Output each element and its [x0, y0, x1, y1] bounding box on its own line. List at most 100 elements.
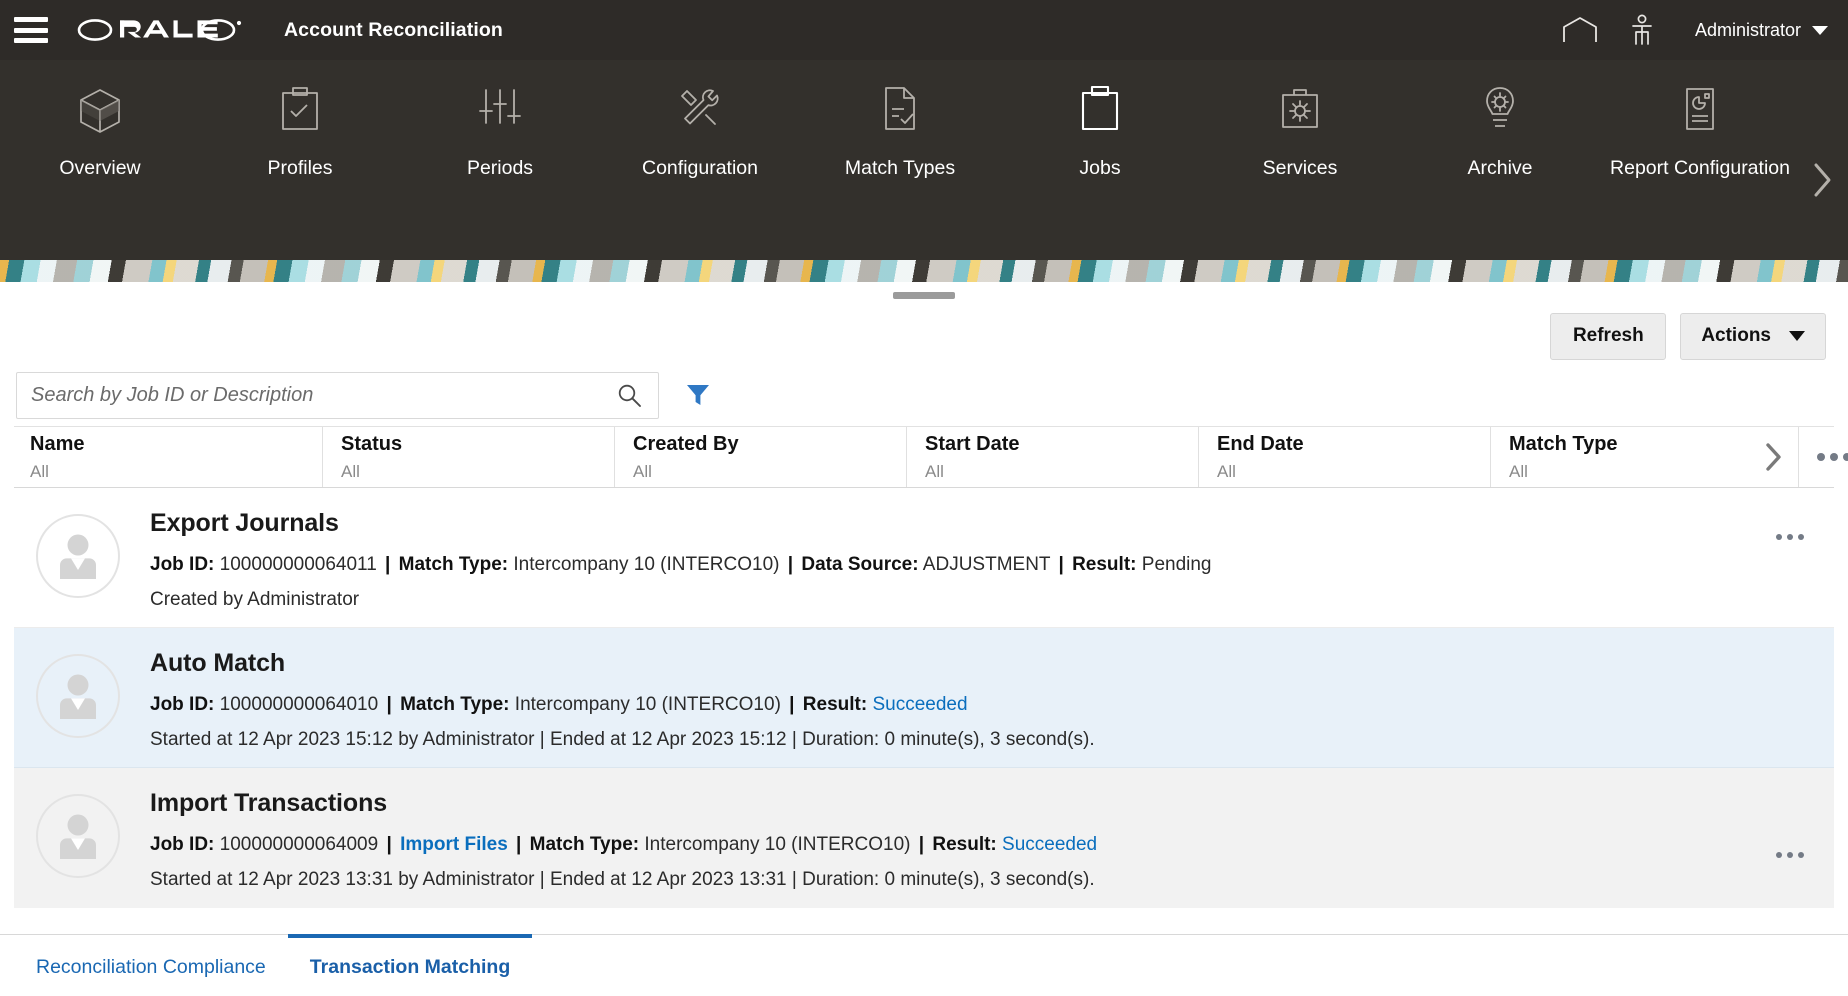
nav-item-overview[interactable]: Overview: [0, 72, 200, 182]
job-id-value: 100000000064011: [219, 553, 377, 575]
column-header-created-by[interactable]: Created By All: [614, 427, 906, 487]
nav-item-configuration[interactable]: Configuration: [600, 72, 800, 182]
result-link[interactable]: Succeeded: [1002, 834, 1097, 855]
import-files-link[interactable]: Import Files: [400, 834, 508, 855]
job-row[interactable]: Import Transactions Job ID: 100000000064…: [14, 768, 1834, 908]
job-id-label: Job ID:: [150, 553, 215, 575]
row-actions-ellipsis-icon[interactable]: [1768, 662, 1812, 692]
nav-item-match-types[interactable]: Match Types: [800, 72, 1000, 182]
nav-label: Services: [1262, 157, 1338, 179]
job-id-label: Job ID:: [150, 833, 215, 855]
job-row[interactable]: Auto Match Job ID: 100000000064010 | Mat…: [14, 628, 1834, 768]
bottom-tab-bar: Reconciliation Compliance Transaction Ma…: [0, 934, 1848, 996]
row-actions-ellipsis-icon[interactable]: [1768, 840, 1812, 870]
column-filter-value[interactable]: All: [1217, 463, 1490, 480]
job-id-value: 100000000064009: [219, 833, 379, 855]
table-options-ellipsis-icon[interactable]: [1798, 427, 1848, 487]
columns-expand-chevron-right-icon[interactable]: [1730, 427, 1798, 487]
user-avatar-icon: [36, 794, 120, 878]
tools-icon: [675, 80, 725, 142]
column-header-name[interactable]: Name All: [14, 427, 322, 487]
refresh-button[interactable]: Refresh: [1550, 312, 1667, 360]
row-actions-ellipsis-icon[interactable]: [1768, 522, 1812, 552]
oracle-logo[interactable]: [76, 19, 242, 41]
nav-label: Profiles: [267, 157, 333, 179]
document-check-icon: [877, 80, 923, 142]
column-title: Created By: [633, 433, 739, 455]
meta-separator: |: [386, 833, 392, 855]
home-icon[interactable]: [1549, 0, 1611, 60]
column-filter-value[interactable]: All: [30, 463, 322, 480]
column-filter-value[interactable]: All: [341, 463, 614, 480]
nav-item-archive[interactable]: Archive: [1400, 72, 1600, 182]
toolbox-gear-icon: [1277, 80, 1323, 142]
header-actions: Administrator: [1549, 0, 1848, 60]
result-label: Result:: [932, 833, 997, 855]
panel-drag-handle[interactable]: [893, 291, 955, 299]
column-title: Match Type: [1509, 433, 1618, 455]
data-source-value: ADJUSTMENT: [922, 553, 1051, 575]
clipboard-check-icon: [277, 80, 323, 142]
user-menu-label: Administrator: [1694, 19, 1801, 40]
result-link[interactable]: Succeeded: [872, 694, 967, 715]
user-avatar-icon: [36, 654, 120, 738]
column-filter-value[interactable]: All: [633, 463, 906, 480]
column-title: End Date: [1217, 433, 1304, 455]
result-label: Result:: [1072, 553, 1137, 575]
accessibility-person-icon[interactable]: [1611, 0, 1673, 60]
column-title: Name: [30, 433, 85, 455]
meta-separator: |: [918, 833, 925, 855]
nav-label: Periods: [466, 157, 534, 179]
column-filter-value[interactable]: All: [925, 463, 1198, 480]
nav-item-profiles[interactable]: Profiles: [200, 72, 400, 182]
meta-separator: |: [789, 693, 795, 715]
column-header-status[interactable]: Status All: [322, 427, 614, 487]
match-type-label: Match Type:: [398, 553, 509, 575]
actions-button[interactable]: Actions: [1680, 312, 1826, 360]
column-header-start-date[interactable]: Start Date All: [906, 427, 1198, 487]
tab-transaction-matching[interactable]: Transaction Matching: [287, 934, 533, 996]
column-header-end-date[interactable]: End Date All: [1198, 427, 1490, 487]
nav-item-services[interactable]: Services: [1200, 72, 1400, 182]
app-title: Account Reconciliation: [284, 18, 503, 41]
job-title: Export Journals: [150, 509, 339, 537]
nav-next-chevron-right-icon[interactable]: [1802, 156, 1842, 204]
search-row: [0, 364, 1848, 426]
job-details: Import Transactions Job ID: 100000000064…: [150, 784, 1834, 894]
job-row[interactable]: Export Journals Job ID: 100000000064011 …: [14, 488, 1834, 628]
jobs-list: Export Journals Job ID: 100000000064011 …: [14, 488, 1834, 934]
nav-item-periods[interactable]: Periods: [400, 72, 600, 182]
nav-item-jobs[interactable]: Jobs: [1000, 72, 1200, 182]
cube-icon: [74, 80, 126, 142]
result-value: Pending: [1141, 553, 1212, 575]
job-subtext: Created by Administrator: [150, 589, 360, 611]
user-menu[interactable]: Administrator: [1695, 20, 1828, 41]
hamburger-menu-icon[interactable]: [14, 17, 48, 43]
nav-label: Overview: [59, 157, 141, 179]
meta-separator: |: [385, 553, 391, 575]
ellipsis-icon: [1776, 534, 1804, 540]
decorative-stripes: [0, 260, 1848, 282]
meta-separator: |: [386, 693, 392, 715]
column-filter-value[interactable]: All: [1509, 463, 1730, 480]
match-type-value: Intercompany 10 (INTERCO10): [514, 693, 781, 715]
tab-reconciliation-compliance[interactable]: Reconciliation Compliance: [14, 934, 288, 996]
search-box[interactable]: [16, 371, 659, 419]
nav-label: Jobs: [1079, 157, 1121, 179]
nav-item-report-configuration[interactable]: Report Configuration: [1600, 72, 1800, 182]
funnel-filter-icon[interactable]: [681, 378, 715, 412]
job-meta: Job ID: 100000000064009 | Import Files |…: [150, 831, 1834, 859]
actions-button-label: Actions: [1701, 325, 1771, 346]
column-header-match-type[interactable]: Match Type All: [1490, 427, 1730, 487]
ellipsis-icon: [1776, 852, 1804, 858]
magnifier-icon[interactable]: [612, 382, 646, 408]
job-title: Auto Match: [150, 649, 286, 677]
job-subtext: Started at 12 Apr 2023 13:31 by Administ…: [150, 869, 1095, 891]
data-source-label: Data Source:: [801, 553, 919, 575]
match-type-value: Intercompany 10 (INTERCO10): [644, 833, 911, 855]
search-input[interactable]: [31, 383, 612, 407]
match-type-label: Match Type:: [400, 693, 510, 715]
job-id-label: Job ID:: [150, 693, 215, 715]
chevron-down-icon: [1812, 25, 1828, 35]
ellipsis-icon: [1817, 453, 1848, 461]
